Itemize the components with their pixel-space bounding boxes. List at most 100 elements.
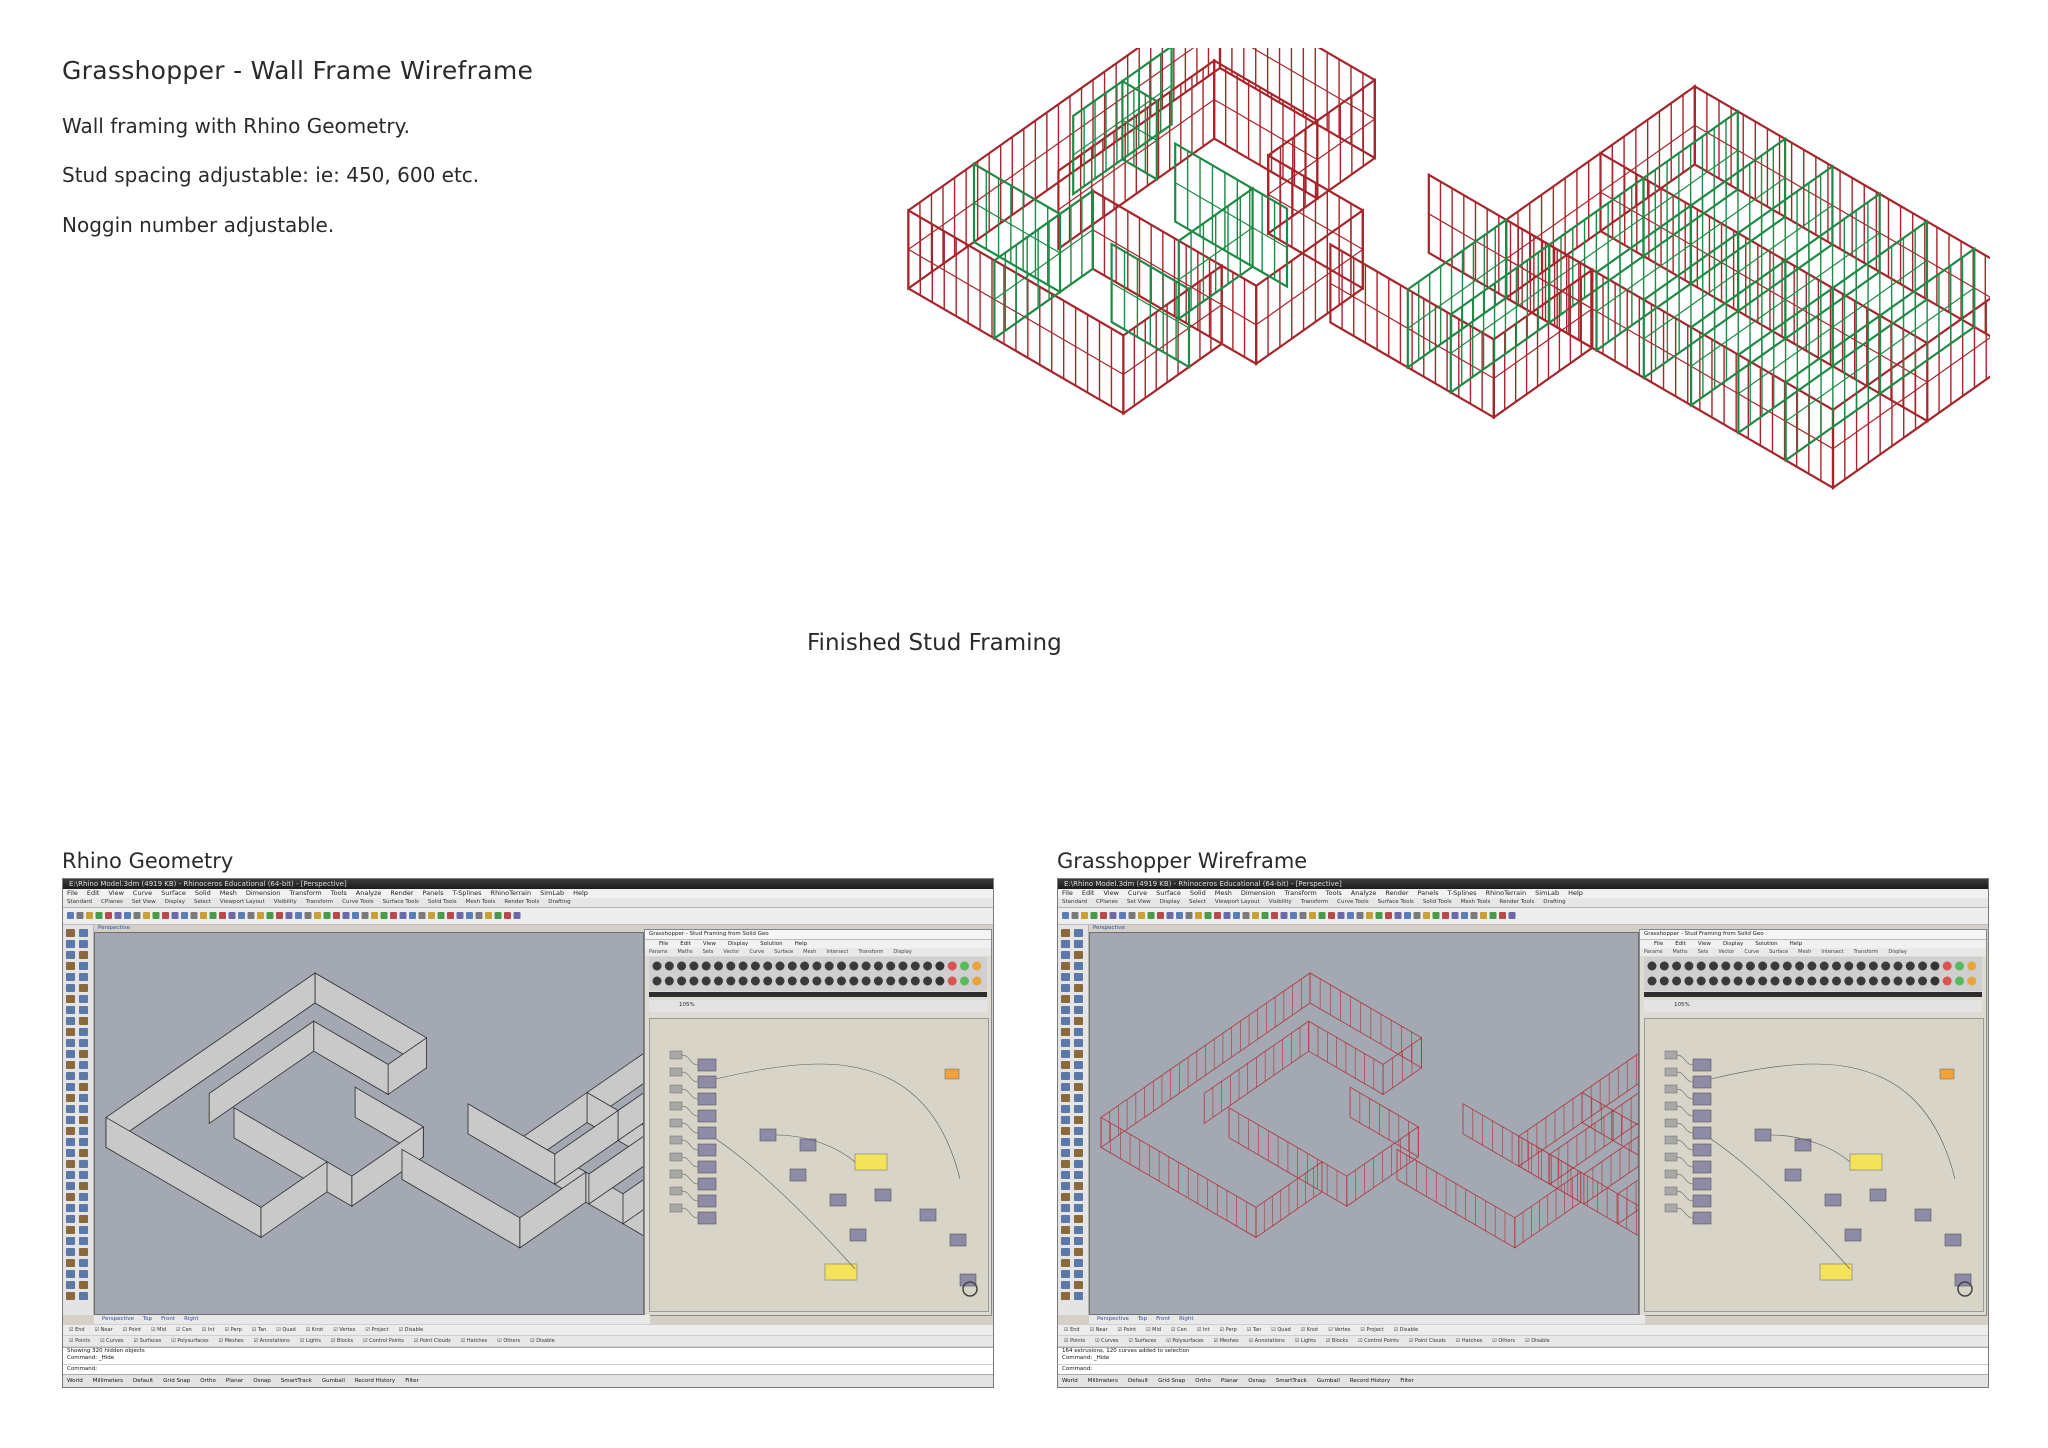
selection-filter-bar[interactable]: ☑ Points ☑ Curves ☑ Surfaces ☑ Polysurfaces… xyxy=(1058,1336,1988,1346)
status-item-6[interactable]: Osnap xyxy=(1248,1378,1266,1384)
menu-curve[interactable]: Curve xyxy=(133,889,152,897)
osnap-option-3[interactable]: ☑ Mid xyxy=(1146,1327,1161,1333)
filter-option-5[interactable]: ☑ Annotations xyxy=(1249,1338,1285,1344)
gh-tab-params[interactable]: Params xyxy=(649,949,667,955)
menu-rhinoterrain[interactable]: RhinoTerrain xyxy=(1486,889,1527,897)
perspective-viewport[interactable] xyxy=(1089,932,1882,1315)
left-toolbar[interactable] xyxy=(63,925,94,1315)
gh-menu-solution[interactable]: Solution xyxy=(1755,941,1777,947)
tab-cplanes[interactable]: CPlanes xyxy=(1096,899,1118,905)
menu-edit[interactable]: Edit xyxy=(1082,889,1095,897)
menu-render[interactable]: Render xyxy=(1385,889,1408,897)
filter-option-4[interactable]: ☑ Meshes xyxy=(1214,1338,1239,1344)
osnap-options[interactable]: ☑ End ☑ Near ☑ Point ☑ Mid ☑ Cen ☑ Int ☑ Perp ☑… xyxy=(1064,1327,1428,1333)
tab-solid-tools[interactable]: Solid Tools xyxy=(1423,899,1452,905)
tab-set-view[interactable]: Set View xyxy=(132,899,156,905)
osnap-option-3[interactable]: ☑ Mid xyxy=(151,1327,166,1333)
status-item-10[interactable]: Filter xyxy=(1400,1378,1414,1384)
tab-transform[interactable]: Transform xyxy=(306,899,333,905)
menu-tools[interactable]: Tools xyxy=(1326,889,1342,897)
status-item-0[interactable]: World xyxy=(67,1378,83,1384)
status-item-9[interactable]: Record History xyxy=(1350,1378,1390,1384)
gh-menu-file[interactable]: File xyxy=(1654,941,1663,947)
menu-surface[interactable]: Surface xyxy=(161,889,186,897)
gh-tab-maths[interactable]: Maths xyxy=(677,949,692,955)
command-line[interactable]: Command: xyxy=(63,1364,993,1374)
osnap-option-1[interactable]: ☑ Near xyxy=(1090,1327,1108,1333)
grasshopper-window[interactable]: Grasshopper - Stud Framing from Solid Ge… xyxy=(1639,929,1987,1316)
filter-option-1[interactable]: ☑ Curves xyxy=(100,1338,123,1344)
menu-panels[interactable]: Panels xyxy=(423,889,444,897)
menu-help[interactable]: Help xyxy=(573,889,588,897)
gh-tab-display[interactable]: Display xyxy=(1888,949,1906,955)
osnap-option-11[interactable]: ☑ Project xyxy=(365,1327,388,1333)
filter-option-10[interactable]: ☑ Hatches xyxy=(461,1338,487,1344)
menu-help[interactable]: Help xyxy=(1568,889,1583,897)
osnap-option-0[interactable]: ☑ End xyxy=(69,1327,85,1333)
osnap-option-2[interactable]: ☑ Point xyxy=(123,1327,142,1333)
filter-options[interactable]: ☑ Points ☑ Curves ☑ Surfaces ☑ Polysurfaces… xyxy=(69,1338,565,1344)
menu-analyze[interactable]: Analyze xyxy=(1351,889,1377,897)
status-item-0[interactable]: World xyxy=(1062,1378,1078,1384)
osnap-option-4[interactable]: ☑ Cen xyxy=(176,1327,192,1333)
gh-zoom-level[interactable]: 105% xyxy=(1674,1002,1690,1008)
osnap-option-12[interactable]: ☑ Disable xyxy=(399,1327,424,1333)
grasshopper-window[interactable]: Grasshopper - Stud Framing from Solid Ge… xyxy=(644,929,992,1316)
osnap-option-5[interactable]: ☑ Int xyxy=(202,1327,215,1333)
filter-option-11[interactable]: ☑ Others xyxy=(497,1338,520,1344)
osnap-option-5[interactable]: ☑ Int xyxy=(1197,1327,1210,1333)
osnap-options[interactable]: ☑ End ☑ Near ☑ Point ☑ Mid ☑ Cen ☑ Int ☑ Perp ☑… xyxy=(69,1327,433,1333)
viewport-tab-perspective[interactable]: Perspective xyxy=(102,1316,134,1322)
tab-standard[interactable]: Standard xyxy=(1062,899,1087,905)
menu-edit[interactable]: Edit xyxy=(87,889,100,897)
menu-solid[interactable]: Solid xyxy=(1190,889,1206,897)
gh-tab-surface[interactable]: Surface xyxy=(774,949,793,955)
tab-transform[interactable]: Transform xyxy=(1301,899,1328,905)
tab-drafting[interactable]: Drafting xyxy=(1543,899,1565,905)
osnap-option-1[interactable]: ☑ Near xyxy=(95,1327,113,1333)
filter-option-0[interactable]: ☑ Points xyxy=(69,1338,90,1344)
gh-canvas[interactable] xyxy=(1644,1018,1984,1312)
filter-option-9[interactable]: ☑ Point Clouds xyxy=(1409,1338,1446,1344)
gh-menu-edit[interactable]: Edit xyxy=(680,941,691,947)
filter-option-2[interactable]: ☑ Surfaces xyxy=(1129,1338,1157,1344)
viewport-label[interactable]: Perspective xyxy=(1089,925,1125,932)
viewport-tab-right[interactable]: Right xyxy=(184,1316,198,1322)
tab-render-tools[interactable]: Render Tools xyxy=(1499,899,1534,905)
selection-filter-bar[interactable]: ☑ Points ☑ Curves ☑ Surfaces ☑ Polysurfaces… xyxy=(63,1336,993,1346)
viewport-tab-front[interactable]: Front xyxy=(161,1316,175,1322)
osnap-option-8[interactable]: ☑ Quad xyxy=(276,1327,295,1333)
menu-panels[interactable]: Panels xyxy=(1418,889,1439,897)
status-items[interactable]: World Millimeters Default Grid Snap Ortho Pla… xyxy=(1062,1378,1424,1384)
gh-menu-display[interactable]: Display xyxy=(728,941,748,947)
menu-curve[interactable]: Curve xyxy=(1128,889,1147,897)
gh-tab-mesh[interactable]: Mesh xyxy=(1798,949,1811,955)
command-line[interactable]: Command: xyxy=(1058,1364,1988,1374)
tab-visibility[interactable]: Visibility xyxy=(274,899,297,905)
tab-visibility[interactable]: Visibility xyxy=(1269,899,1292,905)
gh-tab-params[interactable]: Params xyxy=(1644,949,1662,955)
status-item-4[interactable]: Ortho xyxy=(200,1378,216,1384)
menu-dimension[interactable]: Dimension xyxy=(1241,889,1276,897)
gh-tab-surface[interactable]: Surface xyxy=(1769,949,1788,955)
gh-tab-intersect[interactable]: Intersect xyxy=(1821,949,1843,955)
tab-surface-tools[interactable]: Surface Tools xyxy=(383,899,419,905)
osnap-option-7[interactable]: ☑ Tan xyxy=(252,1327,267,1333)
gh-tab-vector[interactable]: Vector xyxy=(1718,949,1734,955)
osnap-option-9[interactable]: ☑ Knot xyxy=(306,1327,324,1333)
gh-palette-icons[interactable] xyxy=(1644,957,1982,991)
menu-view[interactable]: View xyxy=(108,889,123,897)
osnap-option-7[interactable]: ☑ Tan xyxy=(1247,1327,1262,1333)
status-item-5[interactable]: Planar xyxy=(226,1378,243,1384)
tab-surface-tools[interactable]: Surface Tools xyxy=(1378,899,1414,905)
gh-component-palette[interactable] xyxy=(1644,957,1982,991)
osnap-option-6[interactable]: ☑ Perp xyxy=(225,1327,242,1333)
gh-menu-file[interactable]: File xyxy=(659,941,668,947)
filter-option-3[interactable]: ☑ Polysurfaces xyxy=(1166,1338,1203,1344)
status-item-1[interactable]: Millimeters xyxy=(93,1378,123,1384)
gh-tab-intersect[interactable]: Intersect xyxy=(826,949,848,955)
gh-tab-sets[interactable]: Sets xyxy=(1698,949,1709,955)
status-item-8[interactable]: Gumball xyxy=(322,1378,345,1384)
filter-option-4[interactable]: ☑ Meshes xyxy=(219,1338,244,1344)
status-item-7[interactable]: SmartTrack xyxy=(281,1378,312,1384)
